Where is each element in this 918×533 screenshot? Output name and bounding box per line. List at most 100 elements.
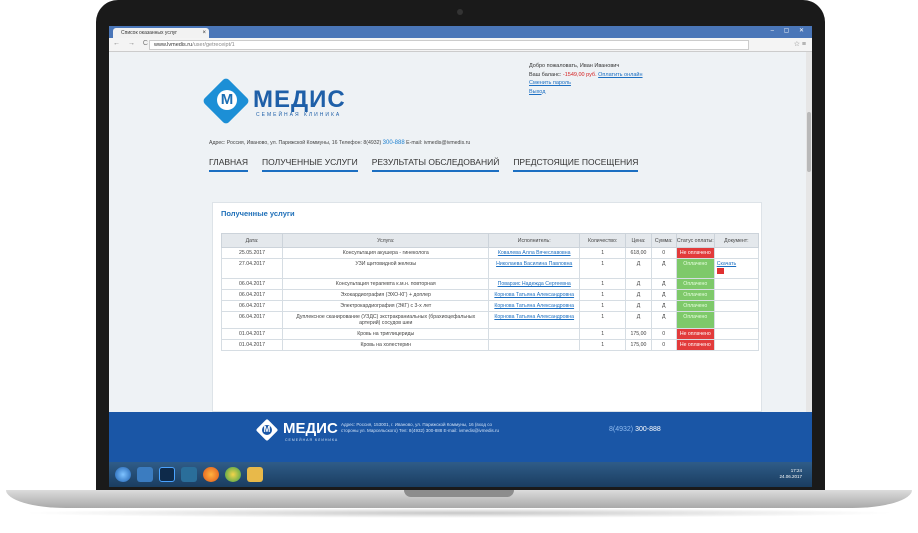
row-date: 27.04.2017	[220, 258, 284, 279]
web-page: М МЕДИС СЕМЕЙНАЯ КЛИНИКА Добро пожаловат…	[109, 52, 812, 412]
executor-link[interactable]: Корнова Татьяна Александровна	[494, 303, 574, 309]
site-footer: М МЕДИС СЕМЕЙНАЯ КЛИНИКА Адрес: Россия, …	[109, 412, 812, 462]
payment-status-badge: Не оплачено	[675, 328, 715, 340]
page-scrollbar[interactable]	[806, 52, 812, 412]
url-input[interactable]: www.lvmedis.ru/user/getreceipt/1	[149, 40, 749, 50]
contact-phone: 300-888	[382, 140, 405, 146]
window-controls[interactable]: – ▢ ✕	[771, 27, 808, 34]
row-price: Д	[625, 289, 652, 301]
services-card: Полученные услуги Дата: Услуга: Исполнит…	[212, 202, 762, 412]
row-executor: Корнова Татьяна Александровна	[488, 289, 580, 301]
folder-icon[interactable]	[247, 467, 263, 482]
executor-link[interactable]: Корнова Татьяна Александровна	[494, 314, 574, 320]
payment-status-badge: Оплачено	[675, 258, 715, 279]
table-row: 01.04.2017 Кровь на триглицериды 1 175,00 0 Н…	[220, 328, 760, 340]
contact-text: Адрес: Россия, Иваново, ул. Парижской Ко…	[209, 140, 382, 146]
row-sum: Д	[650, 278, 677, 290]
logo-subtitle: СЕМЕЙНАЯ КЛИНИКА	[256, 112, 342, 118]
col-header: Дата:	[220, 233, 284, 248]
row-sum: Д	[650, 311, 677, 329]
row-date: 06.04.2017	[220, 300, 284, 312]
menu-item-results[interactable]: РЕЗУЛЬТАТЫ ОБСЛЕДОВАНИЙ	[371, 157, 500, 172]
row-executor: Николаева Василина Павловна	[488, 258, 580, 279]
media-icon[interactable]	[181, 467, 197, 482]
address-bar-row: ← → C www.lvmedis.ru/user/getreceipt/1 ☆…	[109, 38, 812, 52]
payment-status-badge: Оплачено	[675, 300, 715, 312]
screen: Список оказанных услуг × – ▢ ✕ ← → C www…	[109, 26, 812, 487]
table-row: 06.04.2017 Консультация терапевта к.м.н. …	[220, 278, 760, 290]
row-document	[713, 300, 760, 312]
contact-email: E-mail: ivmedis@ivmedis.ru	[406, 140, 471, 146]
contact-line: Адрес: Россия, Иваново, ул. Парижской Ко…	[209, 140, 470, 146]
row-qty: 1	[578, 247, 627, 259]
bookmark-star-icon[interactable]: ☆ ≡	[794, 40, 806, 48]
logout-link[interactable]: Выход	[529, 88, 643, 97]
balance-label: Ваш баланс:	[529, 71, 562, 78]
row-document	[713, 339, 760, 351]
table-row: 25.05.2017 Консультация акушера - гинекол…	[220, 247, 760, 259]
row-document	[713, 328, 760, 340]
col-header: Исполнитель:	[488, 233, 580, 248]
nav-buttons[interactable]: ← → C	[113, 40, 151, 47]
row-sum: 0	[650, 339, 677, 351]
browser-tab[interactable]: Список оказанных услуг ×	[113, 28, 209, 38]
scrollbar-thumb[interactable]	[807, 112, 811, 172]
col-header: Документ:	[713, 233, 760, 248]
change-password-link[interactable]: Сменить пароль	[529, 79, 643, 88]
photoshop-icon[interactable]	[159, 467, 175, 482]
logo-letter: М	[217, 90, 237, 110]
row-executor: Ковалева Алла Вячеславовна	[488, 247, 580, 259]
footer-phone-code: 8(4932)	[609, 426, 634, 433]
pay-online-link[interactable]: Оплатить онлайн	[598, 72, 642, 78]
section-title: Полученные услуги	[221, 209, 295, 218]
row-qty: 1	[578, 328, 627, 340]
table-row: 06.04.2017 Эхокардиография (ЭХО-КГ) + доп…	[220, 289, 760, 301]
row-service: Консультация терапевта к.м.н. повторная	[282, 278, 490, 290]
executor-link[interactable]: Корнова Татьяна Александровна	[494, 292, 574, 298]
executor-link[interactable]: Поварзис Надежда Сергеевна	[498, 281, 571, 287]
laptop-shadow	[20, 508, 898, 518]
webcam	[457, 9, 463, 15]
payment-status-badge: Оплачено	[675, 289, 715, 301]
system-tray[interactable]: 17:24 24.06.2017	[779, 468, 802, 480]
tab-close-icon[interactable]: ×	[202, 28, 206, 38]
row-qty: 1	[578, 289, 627, 301]
firefox-icon[interactable]	[203, 467, 219, 482]
footer-phone-number: 300-888	[635, 426, 661, 433]
chrome-icon[interactable]	[225, 467, 241, 482]
services-table: Дата: Услуга: Исполнитель: Количество: Ц…	[220, 233, 760, 351]
row-executor: Корнова Татьяна Александровна	[488, 300, 580, 312]
pdf-icon[interactable]	[716, 268, 724, 274]
start-button-icon[interactable]	[115, 467, 131, 482]
main-menu: ГЛАВНАЯ ПОЛУЧЕННЫЕ УСЛУГИ РЕЗУЛЬТАТЫ ОБСЛЕ…	[209, 152, 652, 172]
row-document	[713, 311, 760, 329]
footer-logo-name: МЕДИС	[283, 420, 338, 437]
menu-item-home[interactable]: ГЛАВНАЯ	[209, 157, 248, 172]
menu-item-visits[interactable]: ПРЕДСТОЯЩИЕ ПОСЕЩЕНИЯ	[513, 157, 639, 172]
payment-status-badge: Оплачено	[675, 278, 715, 290]
download-link[interactable]: Скачать	[717, 261, 756, 267]
col-header: Услуга:	[282, 233, 490, 248]
row-date: 25.05.2017	[220, 247, 284, 259]
explorer-icon[interactable]	[137, 467, 153, 482]
footer-phone: 8(4932) 300-888	[609, 426, 661, 433]
site-logo[interactable]: М МЕДИС СЕМЕЙНАЯ КЛИНИКА	[201, 76, 349, 132]
table-row: 06.04.2017 Дуплексное сканирование (УЗДС)…	[220, 311, 760, 329]
executor-link[interactable]: Николаева Василина Павловна	[496, 261, 572, 267]
row-qty: 1	[578, 258, 627, 279]
row-date: 01.04.2017	[220, 339, 284, 351]
row-price: Д	[625, 311, 652, 329]
row-date: 06.04.2017	[220, 278, 284, 290]
laptop-frame: Список оказанных услуг × – ▢ ✕ ← → C www…	[0, 0, 918, 533]
row-date: 01.04.2017	[220, 328, 284, 340]
row-executor	[488, 339, 580, 351]
row-sum: Д	[650, 289, 677, 301]
row-price: 175,00	[625, 328, 652, 340]
row-service: Дуплексное сканирование (УЗДС) экстракра…	[282, 311, 490, 329]
user-panel: Добро пожаловать, Иван Иванович Ваш бала…	[529, 62, 643, 96]
table-row: 01.04.2017 Кровь на холестерин 1 175,00 0 Не …	[220, 339, 760, 351]
site-header: М МЕДИС СЕМЕЙНАЯ КЛИНИКА Добро пожаловат…	[199, 52, 719, 172]
row-service: Эхокардиография (ЭХО-КГ) + доплер	[282, 289, 490, 301]
executor-link[interactable]: Ковалева Алла Вячеславовна	[498, 250, 571, 256]
menu-item-services[interactable]: ПОЛУЧЕННЫЕ УСЛУГИ	[262, 157, 358, 172]
